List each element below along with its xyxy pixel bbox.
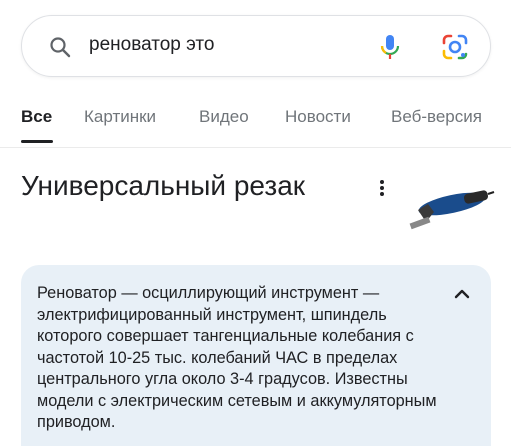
tab-all[interactable]: Все	[21, 107, 52, 127]
search-input[interactable]: реноватор это	[89, 34, 214, 56]
search-bar[interactable]: реноватор это	[21, 15, 491, 77]
mic-icon[interactable]	[377, 33, 403, 61]
description-card: Реноватор — осциллирующий инструмент — э…	[21, 265, 491, 446]
google-lens-icon[interactable]	[441, 33, 469, 61]
tab-news[interactable]: Новости	[285, 107, 351, 127]
active-tab-indicator	[21, 140, 53, 143]
oscillating-tool-image[interactable]	[404, 182, 496, 234]
tab-web[interactable]: Веб-версия	[391, 107, 482, 127]
search-icon[interactable]	[48, 35, 72, 59]
chevron-up-icon[interactable]	[451, 283, 473, 305]
knowledge-panel-title: Универсальный резак	[21, 170, 306, 201]
description-text: Реноватор — осциллирующий инструмент — э…	[37, 284, 437, 431]
search-tabs: Все Картинки Видео Новости Веб-версия	[0, 100, 511, 148]
tab-videos[interactable]: Видео	[199, 107, 249, 127]
more-vert-icon[interactable]	[373, 176, 391, 200]
tab-images[interactable]: Картинки	[84, 107, 156, 127]
